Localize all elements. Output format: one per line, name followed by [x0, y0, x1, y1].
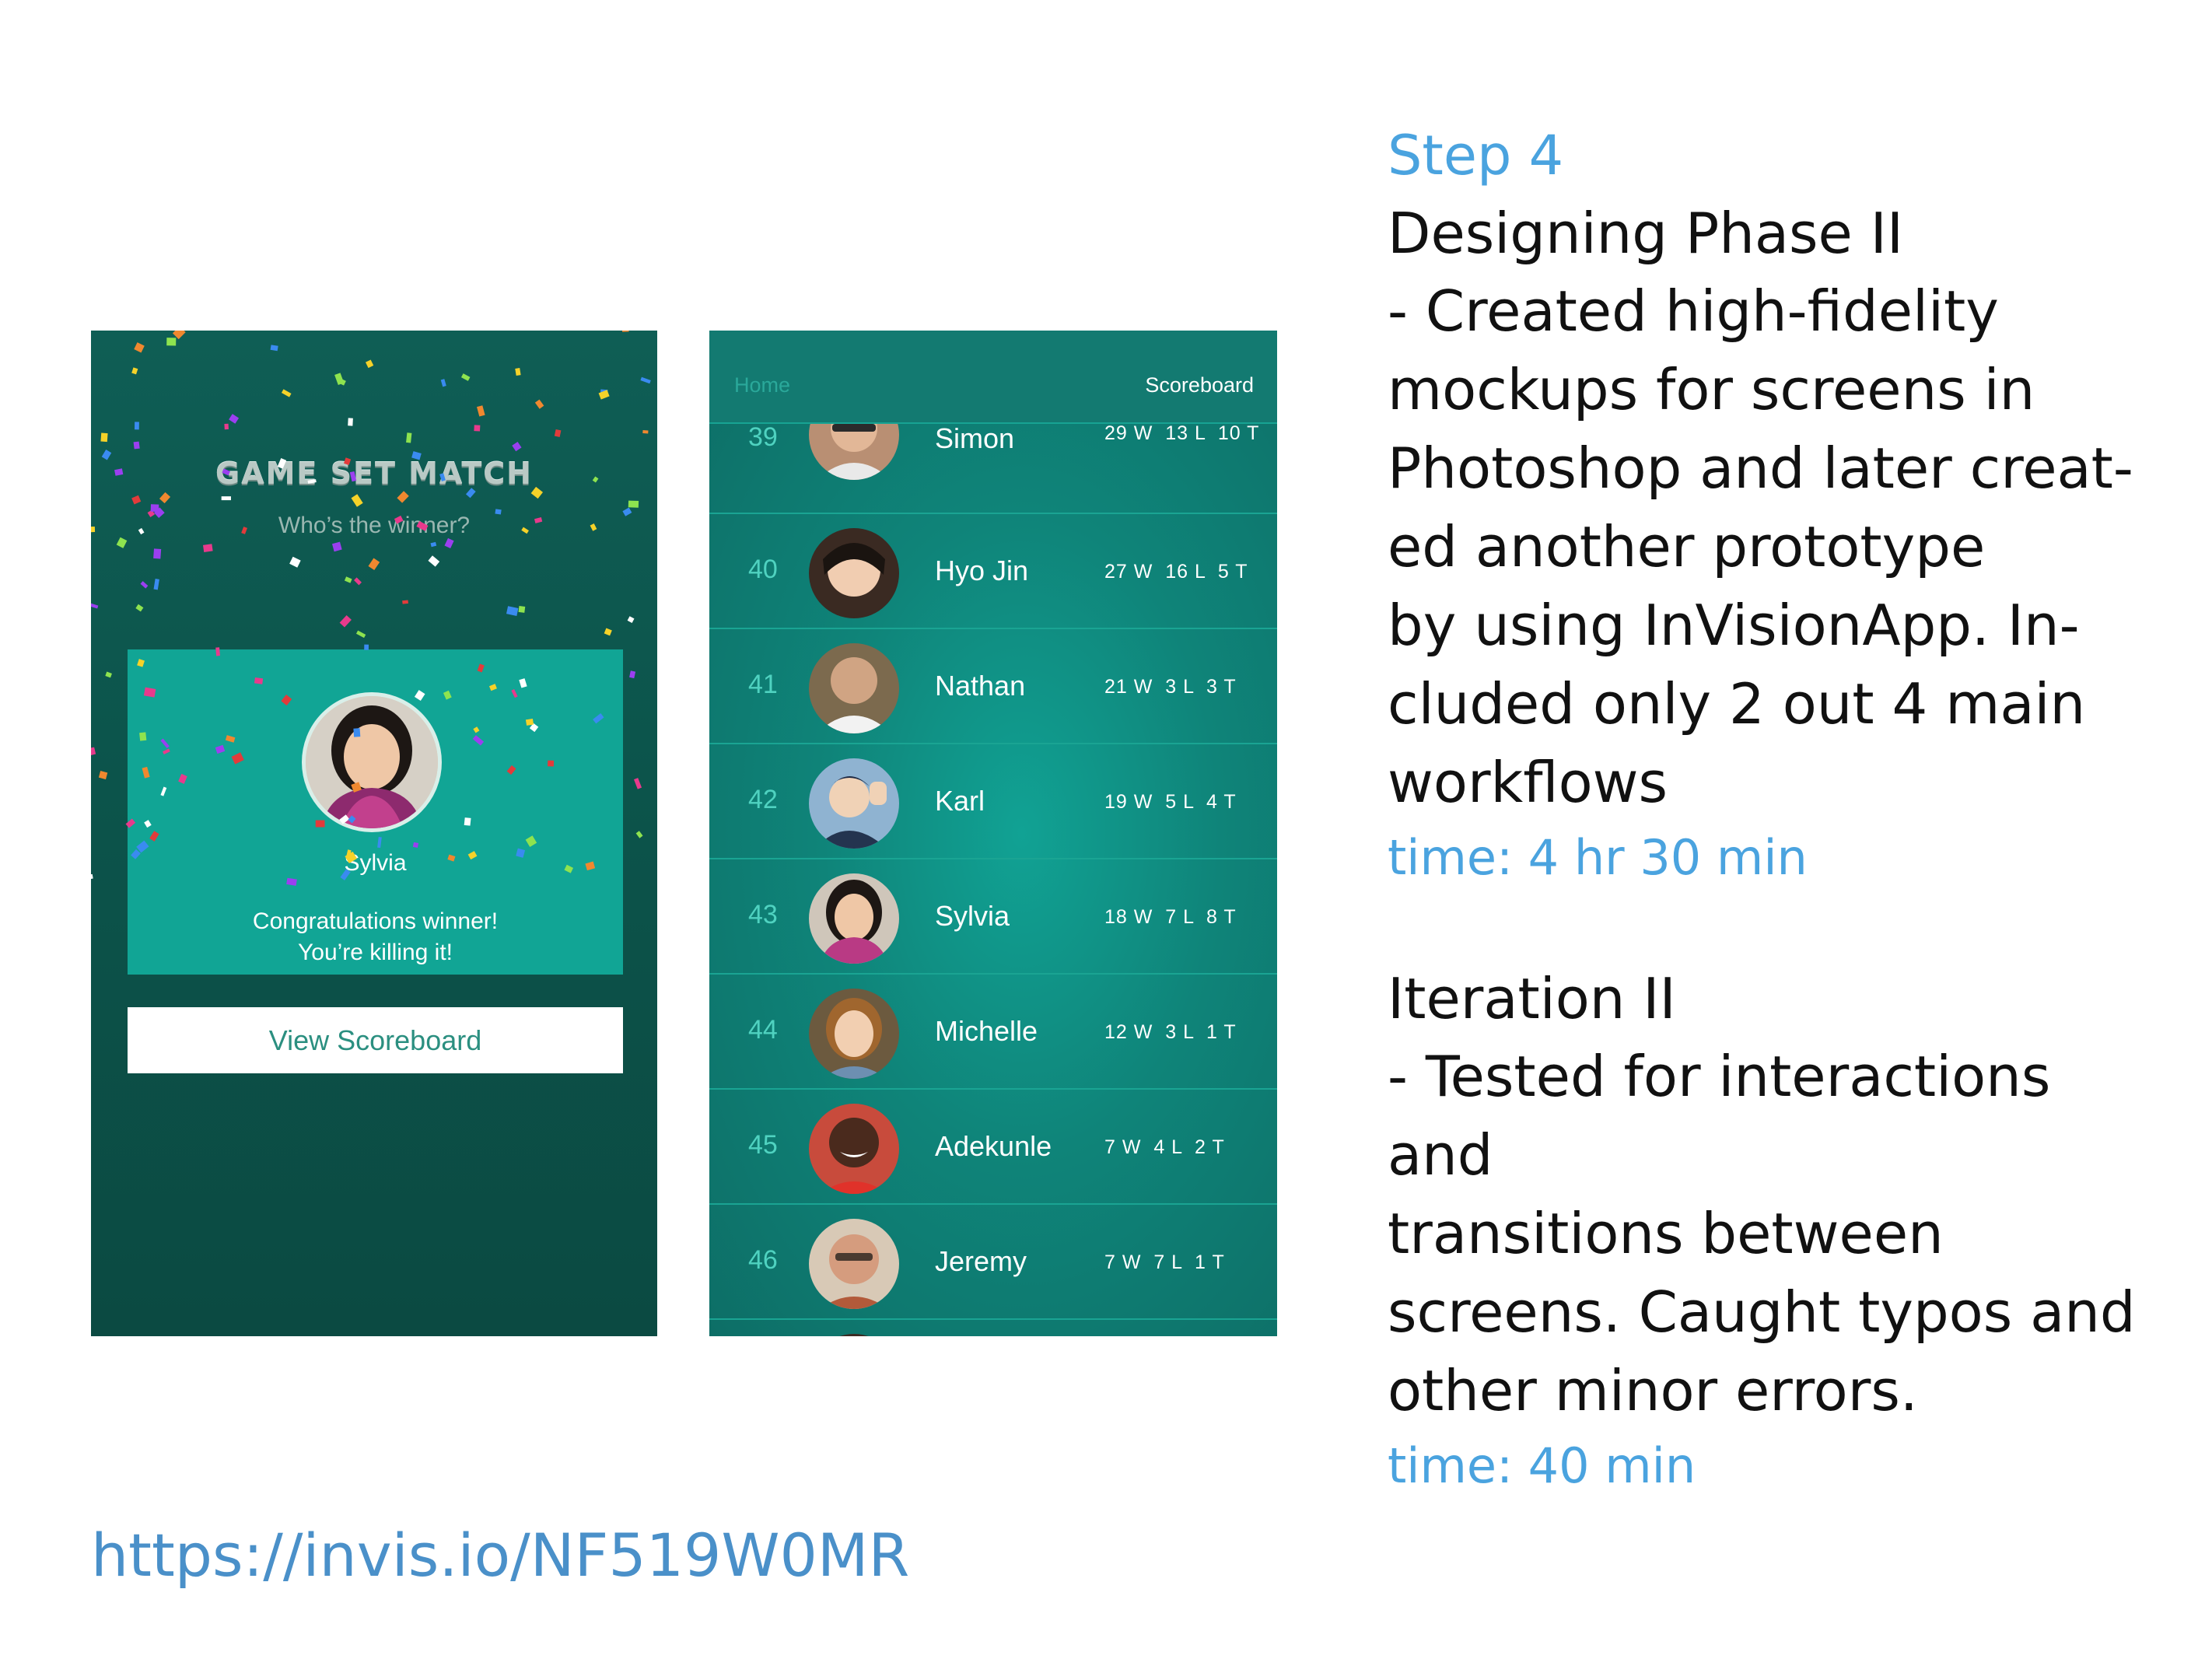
player-name: Michelle [935, 1015, 1038, 1047]
player-record: 27 W 16 L 5 T [1104, 561, 1248, 583]
nav-title: Scoreboard [1145, 373, 1254, 397]
description-panel: Step 4 Designing Phase II - Created high… [1388, 117, 2165, 1502]
congrats-message: Congratulations winner! You’re killing i… [128, 906, 623, 968]
winner-screen: GAME SET MATCH Who’s the winner? Sylvia … [91, 331, 657, 1336]
row-rank: 43 [748, 900, 778, 929]
section-heading-iteration: Iteration II [1388, 966, 1676, 1031]
row-rank: 40 [748, 555, 778, 584]
scoreboard-row[interactable]: 40 Hyo Jin 27 W 16 L 5 T [709, 514, 1277, 629]
player-name: Nathan [935, 670, 1026, 702]
player-name: Jeremy [935, 1245, 1027, 1277]
winner-avatar [302, 692, 442, 832]
iteration-description: - Tested for interactions and transition… [1388, 1044, 2136, 1423]
winner-prompt: Who’s the winner? [278, 513, 471, 538]
congrats-line-2: You’re killing it! [298, 940, 453, 965]
row-rank: 39 [748, 422, 778, 452]
player-avatar [809, 1334, 899, 1336]
nav-home-link[interactable]: Home [734, 373, 790, 397]
row-rank: 46 [748, 1245, 778, 1275]
step-label: Step 4 [1388, 124, 1564, 187]
player-avatar [809, 873, 899, 964]
player-name: Sylvia [935, 900, 1010, 932]
winner-avatar-photo [306, 696, 438, 828]
player-name: Adekunle [935, 1130, 1052, 1162]
player-avatar [809, 989, 899, 1079]
scoreboard-row[interactable]: 43 Sylvia 18 W 7 L 8 T [709, 859, 1277, 975]
prototype-link[interactable]: https://invis.io/NF519W0MR [91, 1521, 909, 1590]
player-avatar [809, 1219, 899, 1309]
scoreboard-screen: Home Scoreboard 39 Simon 29 W 13 L 10 T … [709, 331, 1277, 1336]
player-record: 7 W 4 L 2 T [1104, 1136, 1225, 1158]
app-logo: GAME SET MATCH [215, 457, 533, 491]
player-record: 29 W 13 L 10 T [1104, 422, 1260, 444]
scoreboard-row[interactable]: 46 Jeremy 7 W 7 L 1 T [709, 1205, 1277, 1320]
scoreboard-row[interactable]: 42 Karl 19 W 5 L 4 T [709, 744, 1277, 859]
player-avatar [809, 643, 899, 733]
congrats-line-1: Congratulations winner! [252, 908, 499, 934]
player-record: 12 W 3 L 1 T [1104, 1021, 1237, 1043]
iteration-time: time: 40 min [1388, 1437, 1696, 1494]
row-rank: 41 [748, 670, 778, 699]
scoreboard-row[interactable]: 41 Nathan 21 W 3 L 3 T [709, 629, 1277, 744]
scoreboard-row-partial[interactable] [709, 1320, 1277, 1336]
nav-bar: Home Scoreboard [709, 331, 1277, 424]
player-name: Hyo Jin [935, 555, 1029, 586]
player-record: 21 W 3 L 3 T [1104, 676, 1237, 698]
player-avatar [809, 758, 899, 849]
phase-time: time: 4 hr 30 min [1388, 829, 1808, 886]
player-avatar [809, 1104, 899, 1194]
player-record: 19 W 5 L 4 T [1104, 791, 1237, 813]
section-heading-phase: Designing Phase II [1388, 201, 1904, 266]
player-record: 18 W 7 L 8 T [1104, 906, 1237, 928]
player-record: 7 W 7 L 1 T [1104, 1251, 1225, 1273]
scoreboard-list: 39 Simon 29 W 13 L 10 T 40 Hyo Jin 27 W … [709, 390, 1277, 1336]
winner-card: Sylvia Congratulations winner! You’re ki… [128, 649, 623, 975]
row-rank: 45 [748, 1130, 778, 1160]
scoreboard-row[interactable]: 44 Michelle 12 W 3 L 1 T [709, 975, 1277, 1090]
player-name: Simon [935, 422, 1015, 454]
scoreboard-row[interactable]: 45 Adekunle 7 W 4 L 2 T [709, 1090, 1277, 1205]
player-avatar [809, 528, 899, 618]
view-scoreboard-button[interactable]: View Scoreboard [128, 1007, 623, 1073]
row-rank: 44 [748, 1015, 778, 1045]
winner-name: Sylvia [344, 850, 407, 876]
row-rank: 42 [748, 785, 778, 814]
phase-description: - Created high-fidelity mockups for scre… [1388, 278, 2133, 815]
player-name: Karl [935, 785, 985, 817]
